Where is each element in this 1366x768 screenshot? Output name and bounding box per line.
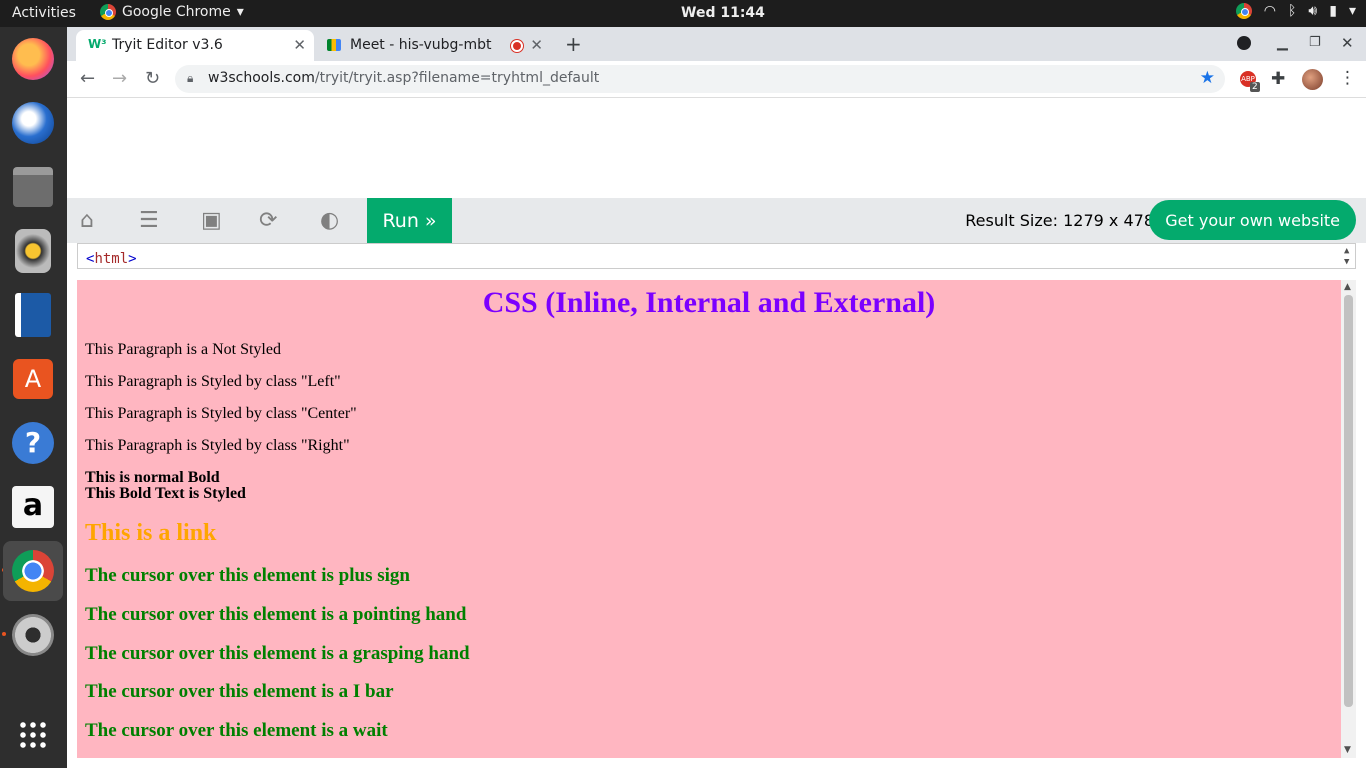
thunderbird-icon [12,102,54,144]
ad-space [67,98,1366,198]
amazon-icon: a [12,486,54,528]
tab-title: Meet - his-vubg-mbt [350,37,492,53]
recording-icon [511,40,523,52]
new-tab-icon[interactable]: + [565,32,582,56]
gnome-top-bar: Activities Google Chrome ▾ Wed 11:44 ◠ ᛒ… [0,0,1366,27]
address-bar[interactable]: 🔒︎ w3schools.com/tryit/tryit.asp?filenam… [175,65,1225,93]
chrome-icon [100,4,116,20]
cursor-pointing-hand[interactable]: The cursor over this element is a pointi… [85,604,466,626]
scroll-up-arrow-icon[interactable]: ▲ [1344,282,1351,292]
tab-title: Tryit Editor v3.6 [112,37,223,53]
code-editor[interactable]: <html> ▲ ▼ [77,243,1356,269]
bluetooth-icon: ᛒ [1288,3,1297,19]
writer-icon [15,293,51,337]
extension-badge: 2 [1250,82,1260,92]
chevron-down-icon: ▾ [1348,3,1356,19]
meet-favicon-icon [327,39,341,51]
dock-writer[interactable] [7,289,59,341]
w3schools-favicon-icon: W³ [88,37,107,51]
rhythmbox-icon [15,229,51,273]
rotate-icon[interactable]: ⟳ [259,208,277,233]
code-line: <html> [86,251,137,267]
result-size: Result Size: 1279 x 478 [965,211,1154,230]
cursor-grasping-hand[interactable]: The cursor over this element is a graspi… [85,643,470,665]
running-indicator [2,632,6,636]
url-text: w3schools.com/tryit/tryit.asp?filename=t… [208,70,599,86]
activities-button[interactable]: Activities [12,5,76,21]
tab-meet[interactable]: Meet - his-vubg-mbt ✕ [315,30,551,61]
result-link[interactable]: This is a link [85,520,216,547]
tryit-toolbar: ⌂ ☰ ▣ ⟳ ◐ Run » Result Size: 1279 x 478 … [67,198,1366,243]
help-icon: ? [12,422,54,464]
tab-strip: W³ Tryit Editor v3.6 ✕ Meet - his-vubg-m… [67,27,1366,61]
dock-files[interactable] [7,161,59,213]
firefox-icon [12,38,54,80]
dock-software[interactable]: A [7,353,59,405]
chrome-icon [12,550,54,592]
back-icon[interactable]: ← [80,68,95,89]
url-path: /tryit/tryit.asp?filename=tryhtml_defaul… [314,70,600,86]
reload-icon[interactable]: ↻ [145,68,160,89]
files-icon [13,167,53,207]
dock-amazon[interactable]: a [7,481,59,533]
cursor-wait[interactable]: The cursor over this element is a wait [85,720,388,742]
lock-icon: 🔒︎ [187,71,194,85]
settings-icon [12,614,54,656]
close-icon[interactable]: ✕ [530,36,543,54]
paragraph-left: This Paragraph is Styled by class "Left" [85,373,341,390]
paragraph-center: This Paragraph is Styled by class "Cente… [85,405,357,422]
bookmark-star-icon[interactable]: ★ [1200,68,1215,88]
run-button[interactable]: Run » [367,198,452,243]
tab-tryit[interactable]: W³ Tryit Editor v3.6 ✕ [76,30,314,61]
browser-toolbar: ← → ↻ 🔒︎ w3schools.com/tryit/tryit.asp?f… [67,61,1366,98]
get-website-button[interactable]: Get your own website [1149,200,1356,240]
scroll-down-arrow-icon[interactable]: ▼ [1344,257,1349,267]
tab-search-icon[interactable] [1237,36,1251,50]
app-grid-icon [18,720,48,750]
dock: A ? a [0,27,67,768]
result-heading: CSS (Inline, Internal and External) [482,286,936,319]
scroll-up-arrow-icon[interactable]: ▲ [1344,246,1349,256]
close-icon[interactable]: ✕ [293,36,306,54]
system-tray[interactable]: ◠ ᛒ 🔊︎ ▮ ▾ [1235,3,1356,19]
dock-show-apps[interactable] [7,709,59,761]
dock-settings[interactable] [7,609,59,661]
cursor-i-bar[interactable]: The cursor over this element is a I bar [85,681,394,703]
chevron-down-icon: ▾ [236,4,244,20]
minimize-icon[interactable]: ▁ [1277,35,1288,51]
bold-styled: This Bold Text is Styled [85,485,246,502]
wifi-icon: ◠ [1263,3,1277,19]
battery-icon: ▮ [1329,3,1337,19]
dock-thunderbird[interactable] [7,97,59,149]
url-host: w3schools.com [208,70,315,86]
paragraph-not-styled: This Paragraph is a Not Styled [85,341,281,358]
scrollbar-thumb[interactable] [1344,295,1353,707]
result-frame: CSS (Inline, Internal and External) This… [77,280,1341,758]
theme-contrast-icon[interactable]: ◐ [320,208,339,233]
avatar[interactable] [1302,69,1323,90]
software-icon: A [13,359,53,399]
result-scrollbar[interactable]: ▲ ▼ [1341,280,1356,758]
kebab-menu-icon[interactable]: ⋮ [1339,68,1356,88]
dock-firefox[interactable] [7,33,59,85]
extensions-puzzle-icon[interactable]: ✚ [1271,69,1285,89]
dock-help[interactable]: ? [7,417,59,469]
dock-chrome[interactable] [3,541,63,601]
app-menu-label: Google Chrome [122,4,231,20]
volume-icon: 🔊︎ [1308,3,1318,19]
dock-rhythmbox[interactable] [7,225,59,277]
save-icon[interactable]: ▣ [201,208,222,233]
paragraph-right: This Paragraph is Styled by class "Right… [85,437,350,454]
home-icon[interactable]: ⌂ [80,208,94,233]
window-close-icon[interactable]: ✕ [1341,34,1354,52]
scroll-down-arrow-icon[interactable]: ▼ [1344,745,1351,755]
maximize-icon[interactable]: ❐ [1309,35,1321,50]
chrome-indicator-icon[interactable] [1235,3,1252,19]
menu-icon[interactable]: ☰ [139,208,159,233]
forward-icon[interactable]: → [112,68,127,89]
cursor-plus-sign[interactable]: The cursor over this element is plus sig… [85,565,410,587]
app-menu[interactable]: Google Chrome ▾ [100,4,244,20]
code-tag: html [94,251,129,267]
clock[interactable]: Wed 11:44 [681,5,765,21]
